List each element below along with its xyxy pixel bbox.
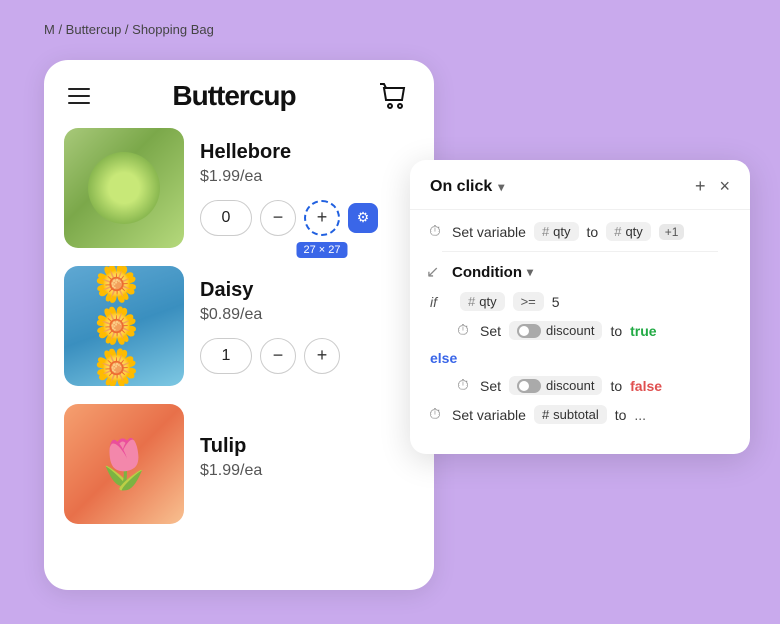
timer-icon-2: ⏱ [454,322,472,339]
add-logic-button[interactable]: + [695,176,706,197]
subtotal-val: ... [634,407,646,423]
to-label: to [587,224,599,240]
to-label-false: to [610,378,622,394]
discount-label-false: discount [546,378,594,393]
op-tag: >= [513,292,544,311]
product-image-daisy [64,266,184,386]
product-info-daisy: Daisy $0.89/ea 1 − + [200,279,414,374]
var2-name: qty [625,224,642,239]
timer-icon: ⏱ [426,223,444,240]
qty-controls-daisy: 1 − + [200,338,414,374]
product-item-hellebore: Hellebore $1.99/ea 0 − + 27 × 27 ⚙ [64,128,414,248]
plus-one-tag: +1 [659,224,685,240]
close-logic-button[interactable]: × [719,176,730,197]
brand-name: Buttercup [172,80,295,112]
qty-display-daisy: 1 [200,338,252,374]
product-name-daisy: Daisy [200,279,414,302]
to-label-subtotal: to [615,407,627,423]
logic-title[interactable]: On click ▾ [430,178,504,196]
condition-row: ↙ Condition ▾ [426,262,734,282]
app-header: Buttercup [44,60,434,128]
if-var-tag[interactable]: # qty [460,292,505,311]
false-value: false [630,378,662,394]
logic-panel: On click ▾ + × ⏱ Set variable # qty to #… [410,160,750,454]
set-label-true: Set [480,323,501,339]
discount-label-true: discount [546,323,594,338]
hash-icon-4: # [542,407,549,422]
toggle-icon-false [517,379,541,393]
set-false-row: ⏱ Set discount to false [454,376,734,395]
product-price-tulip: $1.99/ea [200,462,414,480]
qty-minus-daisy[interactable]: − [260,338,296,374]
product-info-hellebore: Hellebore $1.99/ea 0 − + 27 × 27 ⚙ [200,141,414,236]
set-variable-row: ⏱ Set variable # qty to # qty +1 [426,222,734,241]
product-image-tulip [64,404,184,524]
set-variable-label: Set variable [452,224,526,240]
qty-plus-daisy[interactable]: + [304,338,340,374]
set-subtotal-row: ⏱ Set variable # subtotal to ... [426,405,734,424]
product-name-tulip: Tulip [200,435,414,458]
qty-plus-hellebore-highlighted[interactable]: + 27 × 27 [304,200,340,236]
hash-icon-2: # [614,224,621,239]
timer-icon-3: ⏱ [454,377,472,394]
condition-label[interactable]: Condition ▾ [452,264,533,281]
set-subtotal-label: Set variable [452,407,526,423]
product-name-hellebore: Hellebore [200,141,414,164]
condition-icon: ↙ [426,262,444,282]
subtotal-var: subtotal [553,407,599,422]
timer-icon-4: ⏱ [426,406,444,423]
product-price-hellebore: $1.99/ea [200,168,414,186]
discount-toggle-false[interactable]: discount [509,376,602,395]
var1-name: qty [553,224,570,239]
product-item-tulip: Tulip $1.99/ea [64,404,414,524]
logic-body: ⏱ Set variable # qty to # qty +1 ↙ Condi… [410,210,750,438]
if-keyword: if [430,294,452,310]
toggle-icon-true [517,324,541,338]
qty-minus-hellebore[interactable]: − [260,200,296,236]
chevron-down-icon: ▾ [498,180,504,194]
product-info-tulip: Tulip $1.99/ea [200,435,414,494]
plus-inner[interactable]: + [304,200,340,236]
if-val: 5 [552,294,560,310]
qty-controls-hellebore: 0 − + 27 × 27 ⚙ [200,200,414,236]
product-list: Hellebore $1.99/ea 0 − + 27 × 27 ⚙ Daisy… [44,128,434,524]
dimension-label: 27 × 27 [296,242,347,258]
condition-chevron-icon: ▾ [527,265,533,279]
divider [442,251,718,252]
hash-icon-1: # [542,224,549,239]
if-block: if # qty >= 5 [430,292,734,311]
qty-display-hellebore: 0 [200,200,252,236]
condition-text: Condition [452,264,522,281]
true-value: true [630,323,656,339]
product-price-daisy: $0.89/ea [200,306,414,324]
hash-icon-3: # [468,294,475,309]
cart-icon[interactable] [378,80,410,112]
set-true-row: ⏱ Set discount to true [454,321,734,340]
logic-panel-header: On click ▾ + × [410,160,750,210]
app-card: Buttercup Hellebore $1.99/ea 0 − + 27 × … [44,60,434,590]
var2-tag[interactable]: # qty [606,222,651,241]
product-item-daisy: Daisy $0.89/ea 1 − + [64,266,414,386]
subtotal-tag[interactable]: # subtotal [534,405,607,424]
to-label-true: to [610,323,622,339]
if-var-name: qty [479,294,496,309]
set-label-false: Set [480,378,501,394]
logic-header-actions: + × [695,176,730,197]
hamburger-menu[interactable] [68,88,90,104]
var1-tag[interactable]: # qty [534,222,579,241]
product-image-hellebore [64,128,184,248]
else-label: else [430,350,734,366]
settings-badge[interactable]: ⚙ [348,203,378,233]
discount-toggle-true[interactable]: discount [509,321,602,340]
logic-title-text: On click [430,178,492,196]
breadcrumb: M / Buttercup / Shopping Bag [44,22,214,37]
